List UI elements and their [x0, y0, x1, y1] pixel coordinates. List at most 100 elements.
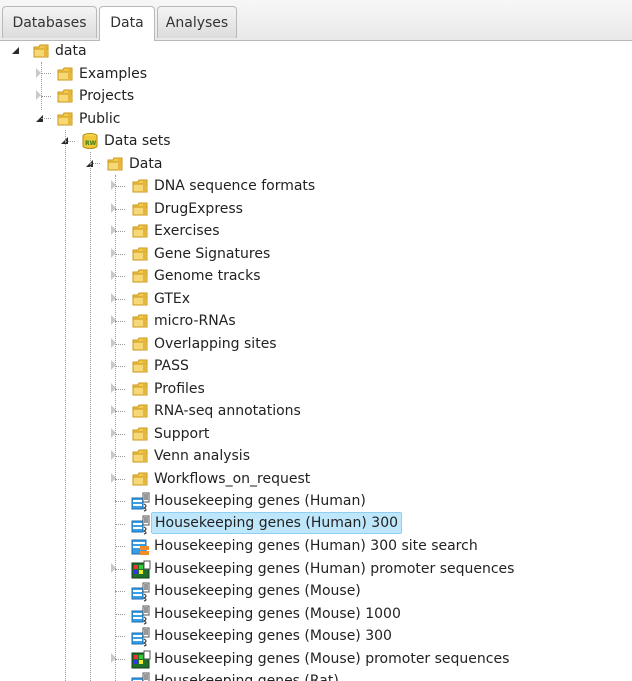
tree-guide-line — [115, 613, 125, 615]
tree-node-public[interactable]: Public — [0, 108, 632, 130]
tree-folder-item[interactable]: Overlapping sites — [0, 333, 632, 355]
tree-folder-item[interactable]: GTEx — [0, 288, 632, 310]
tree-folder-item-label: DNA sequence formats — [154, 178, 316, 194]
tree-guide-line — [115, 388, 125, 390]
tree-guide-line — [115, 208, 125, 210]
folder-icon — [32, 42, 50, 60]
tree-guide-line — [115, 186, 125, 187]
tree-dataset-item[interactable]: Housekeeping genes (Human) 300 — [0, 511, 632, 535]
tab-databases[interactable]: Databases — [2, 6, 97, 38]
tree-folder-item[interactable]: Exercises — [0, 220, 632, 242]
data-tree: data Examples Projects Public RW Data se… — [0, 40, 632, 681]
tree-guide-line — [90, 152, 91, 681]
tree-dataset-item-label: Housekeeping genes (Mouse) 300 — [154, 628, 392, 644]
gene-table-icon — [131, 582, 150, 602]
tree-guide-line — [115, 478, 125, 480]
tree-folder-item[interactable]: Profiles — [0, 378, 632, 400]
tree-node-examples-label: Examples — [79, 65, 148, 82]
folder-icon — [131, 222, 149, 240]
folder-icon — [56, 110, 74, 128]
svg-text:RW: RW — [85, 140, 97, 147]
folder-icon — [131, 335, 149, 353]
tree-guide-line — [115, 231, 125, 232]
tree-folder-item[interactable]: RNA-seq annotations — [0, 400, 632, 422]
gene-table-icon — [131, 515, 150, 535]
tree-folder-item-label: Overlapping sites — [154, 335, 277, 352]
tree-dataset-item-label: Housekeeping genes (Mouse) — [154, 583, 361, 599]
tree-dataset-item-label: Housekeeping genes (Rat) — [154, 673, 339, 681]
tree-guide-line — [115, 175, 116, 681]
folder-icon — [131, 245, 149, 263]
tree-folder-item[interactable]: DrugExpress — [0, 198, 632, 220]
tree-folder-item[interactable]: PASS — [0, 355, 632, 377]
tree-dataset-item-label: Housekeeping genes (Human) 300 — [151, 511, 403, 534]
tree-node-public-label: Public — [79, 110, 121, 127]
gene-table-icon — [131, 605, 150, 625]
folder-icon — [131, 312, 149, 330]
tree-guide-line — [115, 523, 125, 525]
folder-icon — [56, 87, 74, 105]
tree-node-examples[interactable]: Examples — [0, 63, 632, 85]
folder-icon — [131, 290, 149, 308]
tree-folder-item-label: PASS — [154, 358, 189, 374]
tree-guide-line — [65, 141, 75, 142]
tab-analyses[interactable]: Analyses — [157, 6, 237, 38]
folder-icon — [131, 357, 149, 375]
folder-icon — [131, 447, 149, 465]
tree-guide-line — [115, 343, 125, 345]
tree-folder-item[interactable]: DNA sequence formats — [0, 175, 632, 197]
tree-guide-line — [41, 96, 51, 97]
sequences-icon — [131, 560, 151, 578]
tab-data[interactable]: Data — [99, 6, 155, 41]
tree-folder-item-label: Venn analysis — [154, 448, 250, 464]
tree-folder-item[interactable]: Genome tracks — [0, 265, 632, 287]
folder-icon — [131, 402, 149, 420]
tree-folder-item[interactable]: micro-RNAs — [0, 310, 632, 332]
tree-dataset-item-label: Housekeeping genes (Human) promoter sequ… — [154, 560, 515, 577]
tree-folder-item-label: Gene Signatures — [154, 245, 271, 262]
tree-guide-line — [115, 253, 125, 255]
tree-folder-item-label: Exercises — [154, 223, 220, 239]
collapse-arrow-icon[interactable] — [12, 47, 19, 54]
tree-folder-item[interactable]: Workflows_on_request — [0, 468, 632, 490]
tree-dataset-item[interactable]: Housekeeping genes (Mouse) — [0, 580, 632, 602]
tree-guide-line — [65, 130, 66, 681]
tree-node-data[interactable]: data — [0, 40, 632, 62]
tree-guide-line — [115, 321, 125, 322]
tree-folder-item[interactable]: Venn analysis — [0, 445, 632, 467]
tree-node-projects[interactable]: Projects — [0, 85, 632, 107]
tree-guide-line — [115, 658, 125, 660]
folder-icon — [106, 155, 124, 173]
tree-dataset-item[interactable]: Housekeeping genes (Human) promoter sequ… — [0, 558, 632, 580]
tree-node-data-sets[interactable]: RW Data sets — [0, 130, 632, 152]
tree-folder-item-label: Workflows_on_request — [154, 470, 311, 487]
tree-node-projects-label: Projects — [79, 88, 135, 104]
folder-icon — [131, 267, 149, 285]
gene-table-icon — [131, 672, 150, 681]
tree-dataset-item[interactable]: Housekeeping genes (Human) 300 site sear… — [0, 535, 632, 557]
tree-dataset-item[interactable]: Housekeeping genes (Mouse) 300 — [0, 625, 632, 647]
tree-folder-item[interactable]: Gene Signatures — [0, 243, 632, 265]
tree-dataset-item-label: Housekeeping genes (Mouse) 1000 — [154, 605, 401, 622]
tree-dataset-item-label: Housekeeping genes (Human) 300 site sear… — [154, 538, 478, 554]
tree-guide-line — [90, 163, 100, 164]
tree-guide-line — [115, 501, 125, 502]
folder-icon — [131, 425, 149, 443]
gene-table-icon — [131, 492, 150, 512]
tab-bar: Databases Data Analyses — [0, 0, 632, 41]
folder-icon — [131, 380, 149, 398]
tree-dataset-item[interactable]: Housekeeping genes (Rat) — [0, 670, 632, 681]
tree-dataset-item[interactable]: Housekeeping genes (Human) — [0, 490, 632, 512]
tree-folder-item[interactable]: Support — [0, 423, 632, 445]
gene-table-icon — [131, 627, 150, 647]
tree-guide-line — [115, 433, 125, 435]
tree-guide-line — [41, 118, 51, 119]
tree-guide-line — [41, 62, 42, 110]
tree-dataset-item[interactable]: Housekeeping genes (Mouse) 1000 — [0, 603, 632, 625]
tree-node-data-label: data — [55, 43, 87, 59]
tree-dataset-item-label: Housekeeping genes (Mouse) promoter sequ… — [154, 650, 510, 667]
tree-folder-item-label: RNA-seq annotations — [154, 403, 301, 419]
tree-node-data-sets-label: Data sets — [104, 133, 171, 149]
tree-dataset-item[interactable]: Housekeeping genes (Mouse) promoter sequ… — [0, 648, 632, 670]
tree-guide-line — [115, 546, 125, 547]
